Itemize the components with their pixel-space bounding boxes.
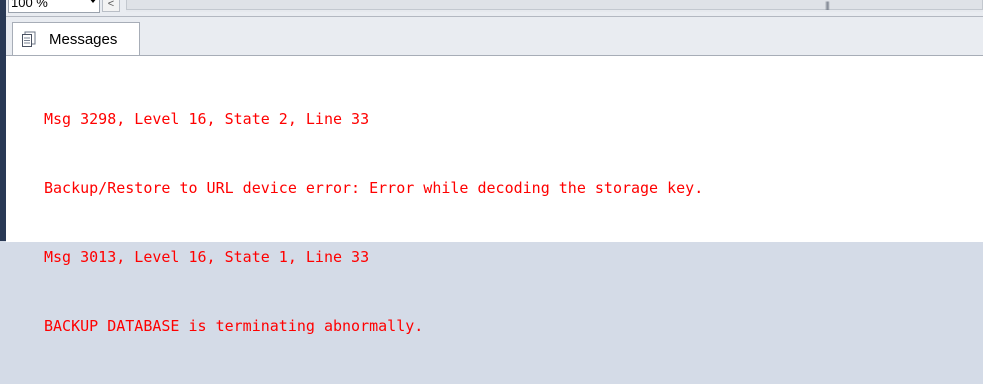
results-tab-strip: Messages [6, 17, 983, 56]
results-toolbar: 100 % < ||| [6, 0, 983, 17]
scrollbar-thumb[interactable]: ||| [126, 0, 983, 10]
messages-list: Msg 3298, Level 16, State 2, Line 33 Bac… [44, 62, 703, 384]
scroll-left-button[interactable]: < [102, 0, 120, 12]
zoom-dropdown[interactable]: 100 % [8, 0, 100, 13]
zoom-value: 100 % [11, 0, 48, 10]
tab-label: Messages [49, 31, 118, 48]
chevron-left-icon: < [107, 0, 115, 10]
message-line: Msg 3013, Level 16, State 1, Line 33 [44, 248, 370, 266]
message-line: Backup/Restore to URL device error: Erro… [44, 179, 704, 197]
tab-messages[interactable]: Messages [12, 22, 140, 56]
messages-icon [22, 31, 36, 47]
message-line: Msg 3298, Level 16, State 2, Line 33 [44, 110, 370, 128]
grip-icon: ||| [825, 0, 830, 10]
horizontal-scrollbar[interactable]: ||| [126, 0, 983, 12]
messages-pane[interactable]: Msg 3298, Level 16, State 2, Line 33 Bac… [6, 55, 983, 335]
message-line: BACKUP DATABASE is terminating abnormall… [44, 317, 424, 335]
chevron-down-icon[interactable] [89, 0, 97, 3]
